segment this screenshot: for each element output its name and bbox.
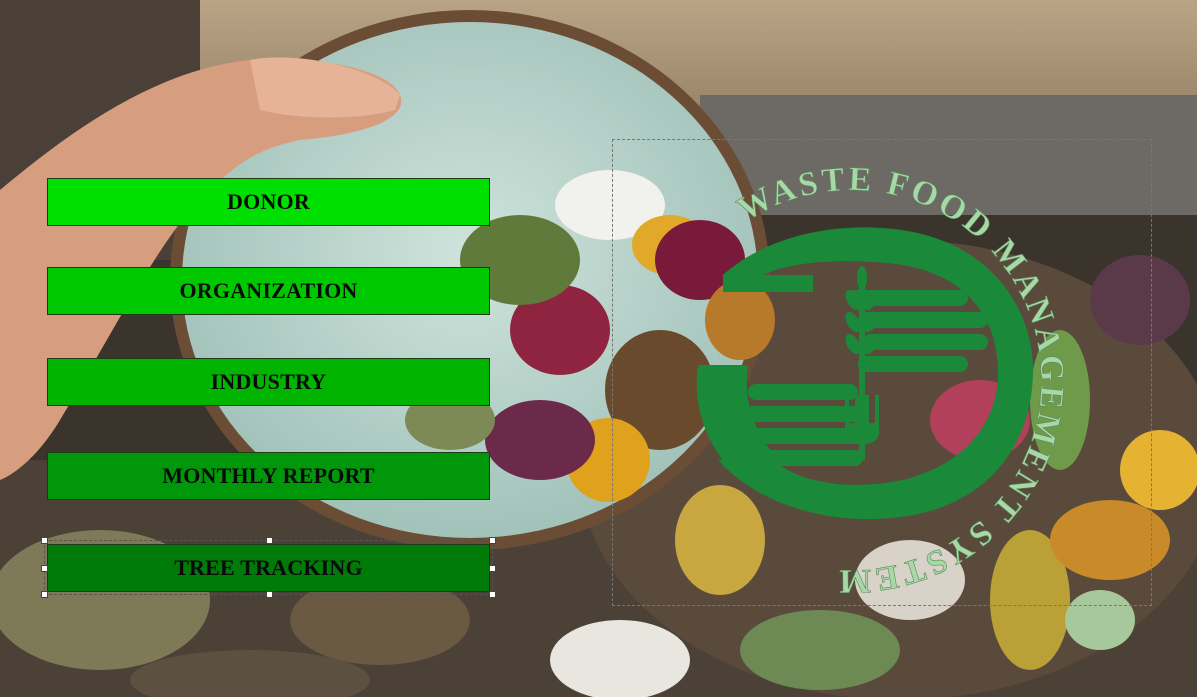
- monthly-report-button[interactable]: MONTHLY REPORT: [47, 452, 490, 500]
- waste-food-management-logo: WASTE FOOD MANAGEMENT SYSTEM: [696, 161, 1068, 600]
- industry-button[interactable]: INDUSTRY: [47, 358, 490, 406]
- tree-tracking-button[interactable]: TREE TRACKING: [47, 544, 490, 592]
- logo-image-frame[interactable]: WASTE FOOD MANAGEMENT SYSTEM: [612, 139, 1152, 606]
- hands-wheat-fork-icon: [696, 227, 1033, 520]
- organization-button[interactable]: ORGANIZATION: [47, 267, 490, 315]
- donor-button[interactable]: DONOR: [47, 178, 490, 226]
